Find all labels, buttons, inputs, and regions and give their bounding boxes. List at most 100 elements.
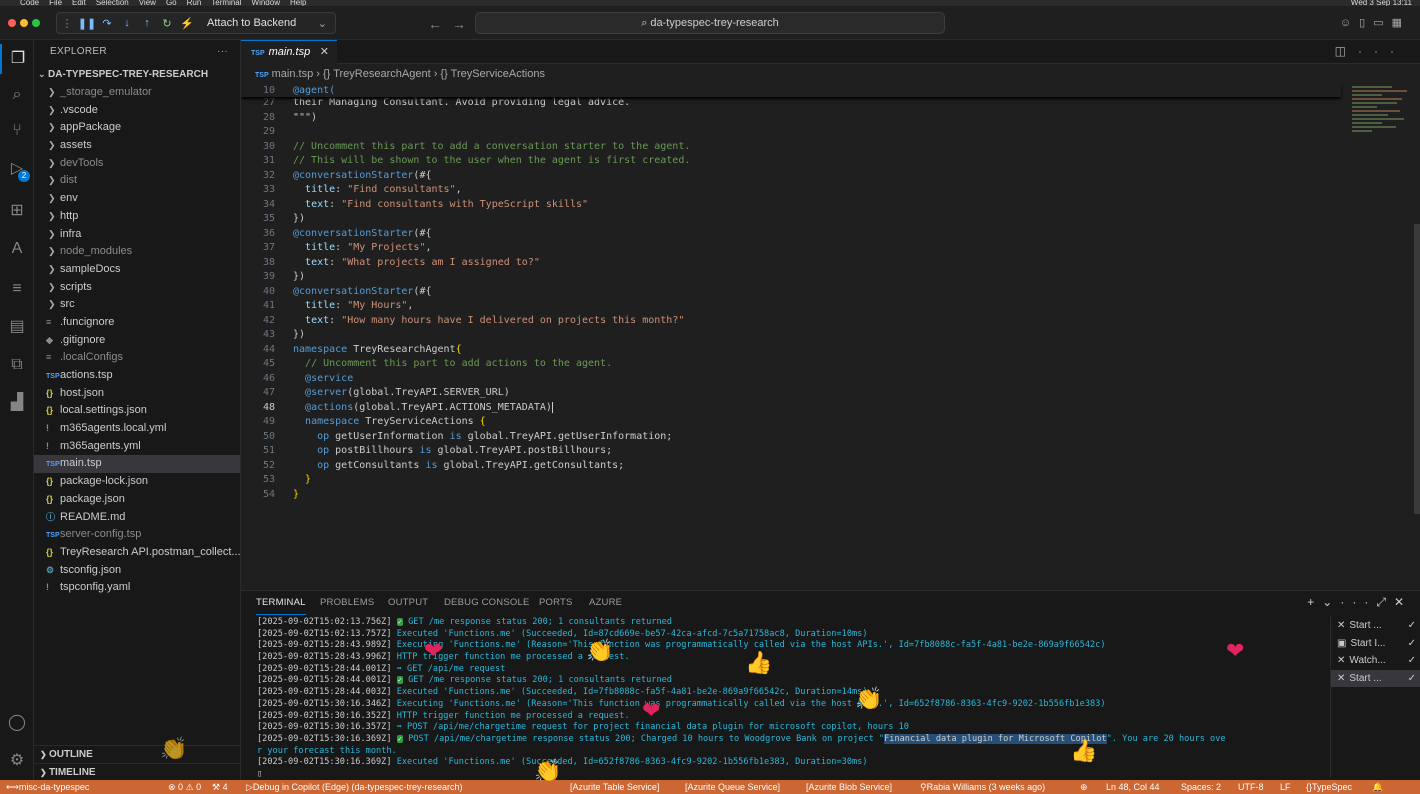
file-item[interactable]: TSPactions.tsp — [34, 367, 240, 385]
folder-item[interactable]: ❯ appPackage — [34, 119, 240, 137]
file-item[interactable]: TSPserver-config.tsp — [34, 526, 240, 544]
folder-item[interactable]: ❯ node_modules — [34, 243, 240, 261]
accounts-icon[interactable]: ◯ — [0, 708, 34, 738]
folder-item[interactable]: ❯ devTools — [34, 155, 240, 173]
file-item[interactable]: ! m365agents.yml — [34, 438, 240, 456]
new-terminal-icon[interactable]: + — [1307, 595, 1322, 609]
encoding[interactable]: UTF-8 — [1238, 780, 1264, 794]
remote-explorer-icon[interactable]: ▤ — [0, 312, 34, 342]
step-out-icon[interactable]: ↑ — [137, 17, 157, 29]
tab-output[interactable]: OUTPUT — [388, 591, 428, 615]
file-item[interactable]: {} TreyResearch API.postman_collect... — [34, 544, 240, 562]
tab-debug-console[interactable]: DEBUG CONSOLE — [444, 591, 529, 615]
file-item[interactable]: TSPmain.tsp — [34, 455, 240, 474]
azurite-blob-service[interactable]: [Azurite Blob Service] — [806, 780, 892, 794]
folder-item[interactable]: ❯ env — [34, 190, 240, 208]
remote-indicator[interactable]: ⟷ misc-da-typespec — [6, 780, 89, 794]
tab-problems[interactable]: PROBLEMS — [320, 591, 374, 615]
run-debug-icon[interactable]: ▷ 2 — [0, 154, 34, 184]
breadcrumb-sub-namespace[interactable]: {} TreyServiceActions — [440, 68, 545, 80]
restart-icon[interactable]: ↻ — [157, 17, 177, 30]
chevron-down-icon[interactable]: ⌄ — [1322, 595, 1340, 609]
step-into-icon[interactable]: ↓ — [117, 17, 137, 29]
folder-item[interactable]: ❯ .vscode — [34, 102, 240, 120]
terminal-instance[interactable]: ✕ Start ... ✓ — [1331, 669, 1420, 687]
notifications-icon[interactable]: 🔔 — [1372, 780, 1383, 794]
terminal-instance[interactable]: ▣ Start I... ✓ — [1331, 635, 1420, 653]
close-window-button[interactable] — [8, 19, 16, 27]
timeline-section[interactable]: ❯ TIMELINE — [34, 763, 240, 780]
pause-icon[interactable]: ❚❚ — [77, 17, 97, 30]
back-arrow-icon[interactable]: ← — [428, 16, 452, 32]
close-panel-icon[interactable]: ✕ — [1394, 595, 1412, 609]
code-editor[interactable]: 10 @agent( 27 their Managing Consultant. A… — [241, 84, 1420, 590]
azurite-table-service[interactable]: [Azurite Table Service] — [570, 780, 659, 794]
debug-session[interactable]: ▷ Debug in Copilot (Edge) (da-typespec-t… — [246, 780, 463, 794]
azure-icon[interactable]: A — [0, 234, 34, 264]
close-tab-icon[interactable]: ✕ — [320, 41, 329, 64]
grip-icon[interactable]: ⋮ — [57, 17, 77, 30]
folder-item[interactable]: ❯ dist — [34, 172, 240, 190]
toggle-panel-icon[interactable]: ▭ — [1373, 17, 1391, 29]
editor-scrollbar[interactable] — [1414, 224, 1420, 514]
indentation[interactable]: Spaces: 2 — [1181, 780, 1221, 794]
search-icon[interactable]: ⌕ — [0, 80, 34, 110]
file-item[interactable]: ⓘ README.md — [34, 509, 240, 527]
teams-toolkit-icon[interactable]: ⧉ — [0, 350, 34, 380]
problems-indicator[interactable]: ⊗ 0 ⚠ 0 — [168, 780, 201, 794]
cursor-position[interactable]: Ln 48, Col 44 — [1106, 780, 1160, 794]
disconnect-icon[interactable]: ⚡ — [177, 17, 197, 30]
terminal-instance[interactable]: ✕ Start ... ✓ — [1331, 617, 1420, 635]
file-item[interactable]: ≡ .localConfigs — [34, 349, 240, 367]
more-actions-icon[interactable]: ··· — [217, 40, 228, 64]
debug-config-label[interactable]: Attach to Backend — [207, 17, 296, 29]
sticky-scroll-line[interactable]: 10 @agent( — [241, 84, 1341, 97]
explorer-icon[interactable]: ❐ — [0, 44, 34, 74]
source-control-icon[interactable]: ⑂ — [0, 116, 34, 146]
file-item[interactable]: {} host.json — [34, 385, 240, 403]
terminal-output[interactable]: [2025-09-02T15:02:13.756Z] ✓ GET /me res… — [257, 617, 1331, 781]
file-item[interactable]: ≡ .funcignore — [34, 314, 240, 332]
language-mode[interactable]: {} TypeSpec — [1306, 780, 1352, 794]
forward-arrow-icon[interactable]: → — [452, 16, 476, 32]
breadcrumb-file[interactable]: main.tsp — [272, 68, 314, 80]
end-of-line[interactable]: LF — [1280, 780, 1291, 794]
docker-icon[interactable]: ▟ — [0, 388, 34, 418]
outline-section[interactable]: ❯ OUTLINE — [34, 745, 240, 763]
folder-item[interactable]: ❯ scripts — [34, 279, 240, 297]
file-item[interactable]: {} package.json — [34, 491, 240, 509]
terminal-instance[interactable]: ✕ Watch... ✓ — [1331, 652, 1420, 670]
folder-item[interactable]: ❯ _storage_emulator — [34, 84, 240, 102]
ports-indicator[interactable]: ⚒ 4 — [212, 780, 228, 794]
zoom-window-button[interactable] — [32, 19, 40, 27]
git-blame[interactable]: ⚲ Rabia Williams (3 weeks ago) — [920, 780, 1045, 794]
more-actions-icon[interactable]: ··· — [1340, 595, 1376, 609]
tab-terminal[interactable]: TERMINAL — [256, 591, 306, 615]
step-over-icon[interactable]: ↷ — [97, 17, 117, 30]
folder-item[interactable]: ❯ sampleDocs — [34, 261, 240, 279]
breadcrumb-namespace[interactable]: {} TreyResearchAgent — [323, 68, 431, 80]
file-item[interactable]: ⚙ tsconfig.json — [34, 562, 240, 580]
tab-azure[interactable]: AZURE — [589, 591, 622, 615]
tab-ports[interactable]: PORTS — [539, 591, 573, 615]
maximize-panel-icon[interactable]: ⤢ — [1376, 595, 1394, 609]
folder-item[interactable]: ❯ http — [34, 208, 240, 226]
customize-layout-icon[interactable]: ▦ — [1392, 17, 1410, 29]
copilot-icon[interactable]: ☺ — [1340, 17, 1359, 29]
split-editor-icon[interactable]: ◫ — [1335, 44, 1358, 58]
file-item[interactable]: ! tspconfig.yaml — [34, 579, 240, 597]
folder-item[interactable]: ❯ src — [34, 296, 240, 314]
azurite-queue-service[interactable]: [Azurite Queue Service] — [685, 780, 780, 794]
command-center[interactable]: ⌕ da-typespec-trey-research — [475, 12, 945, 34]
folder-item[interactable]: ❯ infra — [34, 226, 240, 244]
chevron-down-icon[interactable]: ⌄ — [318, 17, 327, 30]
file-item[interactable]: ◆ .gitignore — [34, 332, 240, 350]
toggle-sidebar-icon[interactable]: ▯ — [1359, 17, 1373, 29]
settings-gear-icon[interactable]: ⚙ — [0, 746, 34, 776]
folder-item[interactable]: ❯ assets — [34, 137, 240, 155]
file-item[interactable]: {} local.settings.json — [34, 402, 240, 420]
zoom-icon[interactable]: ⊕ — [1080, 780, 1088, 794]
minimize-window-button[interactable] — [20, 19, 28, 27]
file-item[interactable]: {} package-lock.json — [34, 473, 240, 491]
file-item[interactable]: ! m365agents.local.yml — [34, 420, 240, 438]
